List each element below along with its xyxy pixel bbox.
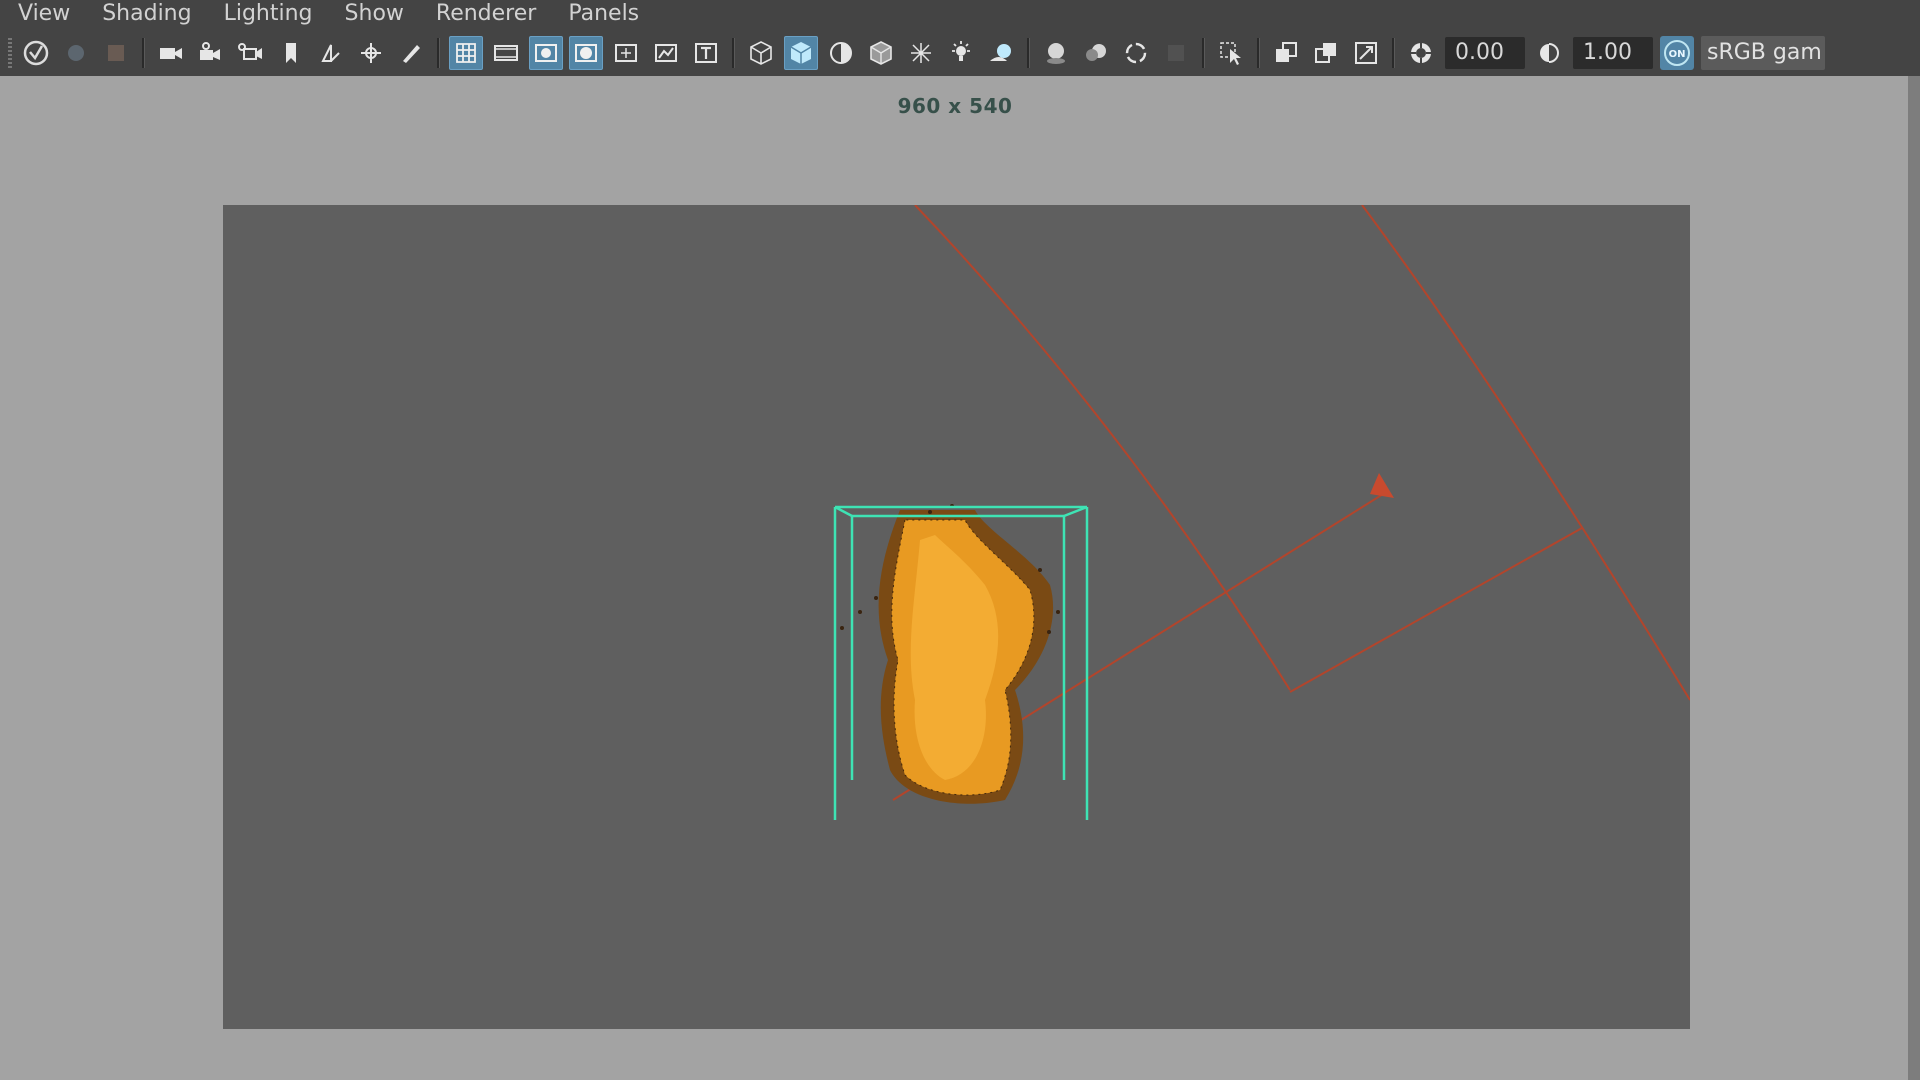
resolution-gate-icon[interactable] xyxy=(529,36,563,70)
panel-toolbar: 0.00 1.00 ON sRGB gam xyxy=(0,32,1920,74)
toolbar-separator xyxy=(1257,38,1260,68)
color-management-toggle[interactable]: ON xyxy=(1660,36,1694,70)
two-d-pan-icon[interactable] xyxy=(354,36,388,70)
wireframe-icon[interactable] xyxy=(744,36,778,70)
field-chart-icon[interactable] xyxy=(609,36,643,70)
menu-renderer[interactable]: Renderer xyxy=(420,0,552,28)
xray-joints-icon[interactable] xyxy=(1309,36,1343,70)
motion-blur-icon[interactable] xyxy=(1079,36,1113,70)
screen-space-ao-icon[interactable] xyxy=(1039,36,1073,70)
toolbar-separator xyxy=(437,38,440,68)
safe-action-icon[interactable] xyxy=(649,36,683,70)
camera-attributes-icon[interactable] xyxy=(99,36,133,70)
toolbar-separator xyxy=(1027,38,1030,68)
film-gate-icon[interactable] xyxy=(489,36,523,70)
menu-show[interactable]: Show xyxy=(329,0,420,28)
backface-cull-icon[interactable] xyxy=(1349,36,1383,70)
view-transform-dropdown[interactable]: sRGB gam xyxy=(1701,36,1825,70)
exposure-icon[interactable] xyxy=(1404,36,1438,70)
default-material-icon[interactable] xyxy=(824,36,858,70)
viewport-scrollbar[interactable] xyxy=(1908,76,1920,1080)
menu-panels[interactable]: Panels xyxy=(552,0,655,28)
xray-active-icon[interactable] xyxy=(1269,36,1303,70)
lock-camera-icon[interactable] xyxy=(59,36,93,70)
isolate-select-icon[interactable] xyxy=(1214,36,1248,70)
resolution-gate-label: 960 x 540 xyxy=(897,94,1013,118)
wireframe-on-shaded-icon[interactable] xyxy=(864,36,898,70)
camera-track-icon[interactable] xyxy=(234,36,268,70)
menu-lighting[interactable]: Lighting xyxy=(208,0,329,28)
panel-menu-bar: View Shading Lighting Show Renderer Pane… xyxy=(0,0,1920,28)
gamma-icon[interactable] xyxy=(1532,36,1566,70)
grid-icon[interactable] xyxy=(449,36,483,70)
safe-title-icon[interactable] xyxy=(689,36,723,70)
toolbar-separator xyxy=(1202,38,1205,68)
color-management-on-label: ON xyxy=(1664,40,1690,66)
toolbar-grip[interactable] xyxy=(8,38,12,68)
xray-icon[interactable] xyxy=(904,36,938,70)
image-plane-icon[interactable] xyxy=(314,36,348,70)
menu-shading[interactable]: Shading xyxy=(86,0,207,28)
smooth-shade-icon[interactable] xyxy=(784,36,818,70)
maya-viewport-window: View Shading Lighting Show Renderer Pane… xyxy=(0,0,1920,1080)
gate-mask-icon[interactable] xyxy=(569,36,603,70)
select-camera-icon[interactable] xyxy=(19,36,53,70)
exposure-field[interactable]: 0.00 xyxy=(1445,37,1525,69)
bookmark-icon[interactable] xyxy=(274,36,308,70)
menu-view[interactable]: View xyxy=(0,0,86,28)
toolbar-separator xyxy=(1392,38,1395,68)
use-lights-icon[interactable] xyxy=(944,36,978,70)
anti-aliasing-icon[interactable] xyxy=(1119,36,1153,70)
toolbar-separator xyxy=(732,38,735,68)
camera-icon[interactable] xyxy=(154,36,188,70)
camera-pan-icon[interactable] xyxy=(194,36,228,70)
depth-of-field-icon[interactable] xyxy=(1159,36,1193,70)
grease-pencil-icon[interactable] xyxy=(394,36,428,70)
resolution-gate-area xyxy=(223,205,1690,1029)
shadows-icon[interactable] xyxy=(984,36,1018,70)
toolbar-separator xyxy=(142,38,145,68)
gamma-field[interactable]: 1.00 xyxy=(1573,37,1653,69)
